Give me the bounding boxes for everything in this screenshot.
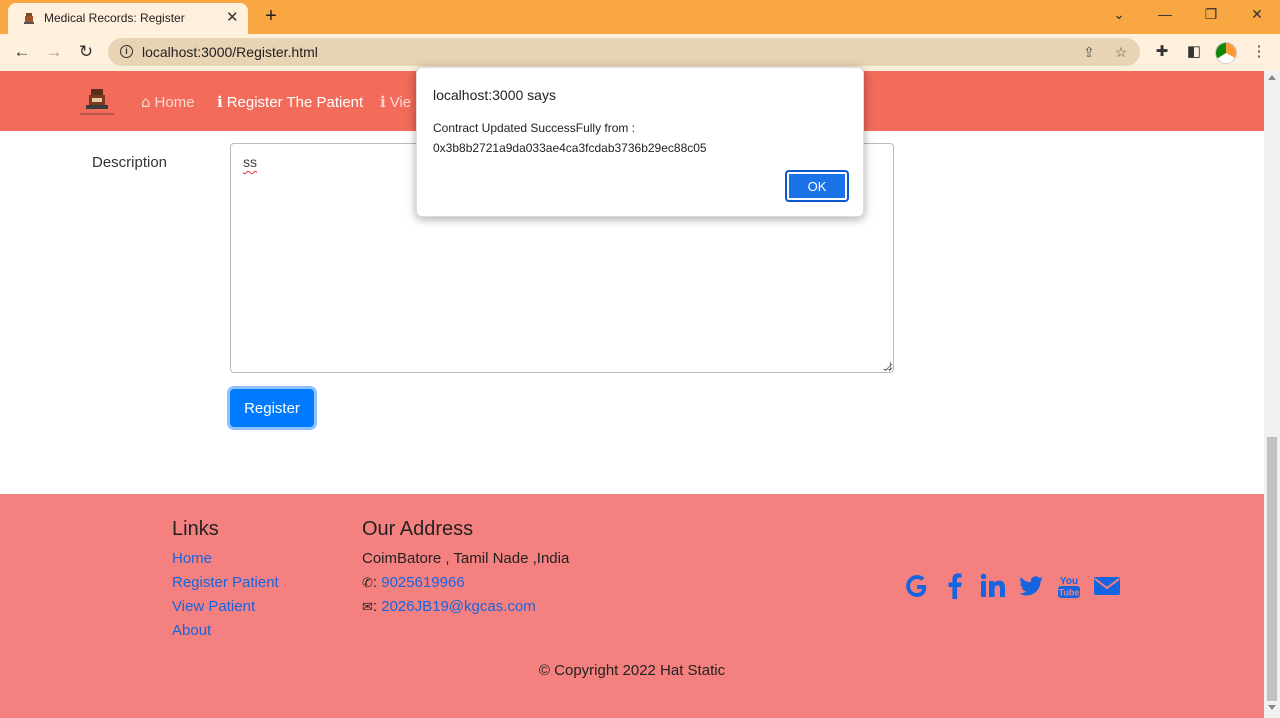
new-tab-icon[interactable]: + (262, 5, 280, 27)
scroll-up-icon[interactable] (1268, 75, 1276, 80)
page-scrollbar[interactable] (1264, 71, 1280, 718)
address-bar[interactable]: i localhost:3000/Register.html ⇪ ☆ (108, 38, 1140, 66)
email-link[interactable]: 2026JB19@kgcas.com (381, 598, 535, 615)
share-icon[interactable]: ⇪ (1080, 43, 1098, 61)
facebook-icon[interactable] (941, 572, 969, 600)
close-tab-icon[interactable]: ✕ (226, 8, 239, 26)
copyright-text: © Copyright 2022 Hat Static (538, 662, 726, 679)
scroll-down-icon[interactable] (1268, 705, 1276, 710)
home-icon: ⌂ (141, 93, 151, 111)
phone-icon: ✆ (362, 576, 373, 591)
back-icon[interactable]: ← (12, 42, 32, 62)
envelope-icon[interactable] (1093, 572, 1121, 600)
site-info-icon[interactable]: i (120, 45, 133, 58)
linkedin-icon[interactable] (979, 572, 1007, 600)
dialog-ok-button[interactable]: OK (785, 170, 849, 202)
nav-link-home[interactable]: ⌂ Home (141, 93, 195, 111)
site-footer: Links Home Register Patient View Patient… (0, 494, 1264, 718)
footer-link-about[interactable]: About (172, 622, 211, 639)
minimize-icon[interactable]: — (1155, 6, 1175, 22)
footer-address: CoimBatore , Tamil Nade ,India (362, 550, 570, 567)
dialog-title: localhost:3000 says (433, 87, 556, 103)
dialog-message-line1: Contract Updated SuccessFully from : (433, 121, 636, 135)
footer-link-home[interactable]: Home (172, 550, 212, 567)
svg-text:You: You (1060, 576, 1078, 587)
reload-icon[interactable]: ↻ (76, 42, 96, 62)
restore-icon[interactable]: ❐ (1201, 6, 1221, 23)
google-icon[interactable] (903, 572, 931, 600)
alert-dialog: localhost:3000 says Contract Updated Suc… (416, 67, 864, 217)
browser-tab[interactable]: Medical Records: Register ✕ (8, 3, 248, 34)
browser-tab-strip: Medical Records: Register ✕ + ⌄ — ❐ ✕ (0, 0, 1280, 34)
twitter-icon[interactable] (1017, 572, 1045, 600)
tab-search-icon[interactable]: ⌄ (1109, 6, 1129, 23)
description-value: ss (243, 154, 257, 170)
resize-grip-icon[interactable] (883, 362, 891, 370)
forward-icon[interactable]: → (44, 42, 64, 62)
youtube-icon[interactable]: You Tube (1055, 572, 1083, 600)
menu-kebab-icon[interactable]: ⋮ (1249, 42, 1269, 62)
footer-link-view-patient[interactable]: View Patient (172, 598, 255, 615)
description-label: Description (92, 154, 168, 171)
close-window-icon[interactable]: ✕ (1247, 6, 1267, 23)
footer-phone-row: ✆: 9025619966 (362, 574, 465, 591)
footer-links-heading: Links (172, 518, 219, 540)
info-icon: ℹ (217, 93, 223, 111)
url-text[interactable]: localhost:3000/Register.html (142, 44, 318, 60)
dialog-message: Contract Updated SuccessFully from : 0x3… (433, 118, 853, 158)
tab-title: Medical Records: Register (44, 11, 185, 25)
browser-toolbar: ← → ↻ i localhost:3000/Register.html ⇪ ☆… (0, 34, 1280, 71)
scroll-thumb[interactable] (1267, 437, 1277, 701)
nav-link-view[interactable]: ℹ Vie (380, 93, 411, 111)
svg-text:Tube: Tube (1059, 588, 1080, 598)
envelope-small-icon: ✉ (362, 600, 373, 615)
bookmark-star-icon[interactable]: ☆ (1112, 43, 1130, 61)
dialog-message-line2: 0x3b8b2721a9da033ae4ca3fcdab3736b29ec88c… (433, 141, 707, 155)
info-icon: ℹ (380, 93, 386, 111)
site-logo[interactable] (78, 87, 116, 119)
nav-link-register[interactable]: ℹ Register The Patient (217, 93, 363, 111)
phone-link[interactable]: 9025619966 (381, 574, 464, 591)
footer-address-heading: Our Address (362, 518, 474, 540)
profile-avatar[interactable] (1215, 42, 1237, 64)
site-favicon-icon (24, 13, 34, 24)
extensions-icon[interactable]: ✚ (1152, 42, 1172, 62)
footer-link-register-patient[interactable]: Register Patient (172, 574, 279, 591)
side-panel-icon[interactable]: ◧ (1184, 42, 1204, 62)
register-button[interactable]: Register (230, 389, 314, 427)
footer-email-row: ✉: 2026JB19@kgcas.com (362, 598, 536, 615)
